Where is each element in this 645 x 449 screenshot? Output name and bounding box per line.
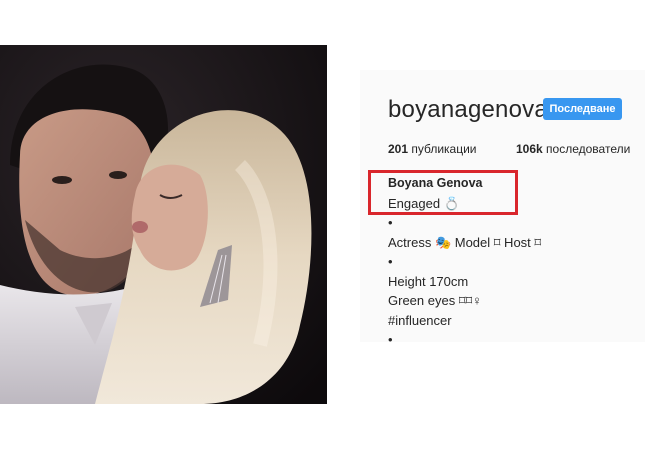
bio-line: Actress 🎭 Model ⌑ Host ⌑ (388, 234, 542, 250)
follow-button[interactable]: Последване (543, 98, 622, 120)
couple-photo-illustration (0, 45, 327, 404)
highlight-annotation-box (368, 170, 518, 215)
followers-count: 106k (516, 142, 543, 156)
profile-photo (0, 45, 327, 404)
bio-hashtag-link[interactable]: #influencer (388, 311, 541, 331)
profile-username: boyanagenova (388, 96, 548, 123)
followers-stat[interactable]: 106k последователи (516, 142, 630, 156)
bio-line: • (388, 332, 393, 347)
bio-line: Height 170cm (388, 273, 469, 289)
posts-stat[interactable]: 201 публикации (388, 142, 477, 156)
followers-label: последователи (546, 142, 631, 156)
bio-line: • (388, 215, 393, 230)
posts-count: 201 (388, 142, 409, 156)
posts-label: публикации (411, 142, 477, 156)
bio-line: Green eyes ⌑⌑♀ (388, 293, 482, 308)
bio-line: • (388, 254, 393, 269)
